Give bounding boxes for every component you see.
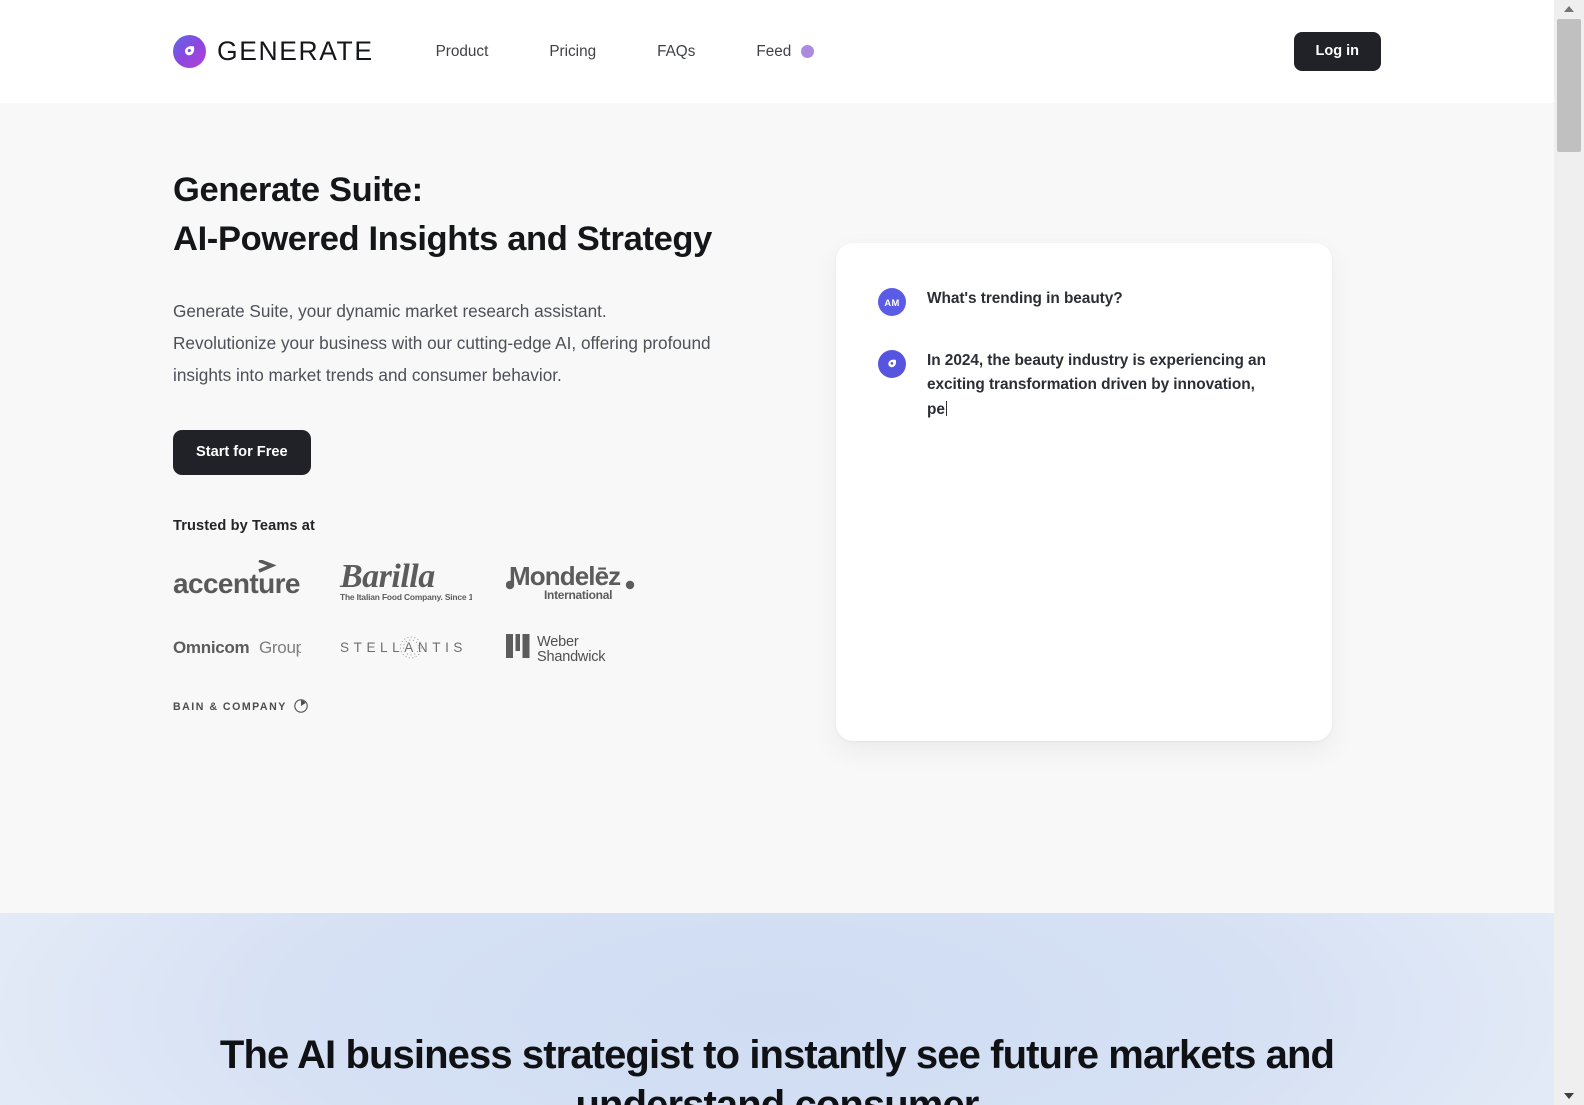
chat-message-assistant: In 2024, the beauty industry is experien… [878,349,1290,422]
client-logo-stellantis: STELLANTIS [338,625,506,669]
hero-subtitle: Generate Suite, your dynamic market rese… [173,301,711,386]
site-header: GENERATE Product Pricing FAQs Feed Log i… [0,0,1554,103]
client-logo-bain-and-company: BAIN & COMPANY [173,696,693,721]
trusted-by-label: Trusted by Teams at [173,518,315,534]
login-button[interactable]: Log in [1293,32,1381,71]
nav-link-feed[interactable]: Feed [756,37,815,67]
svg-text:Group: Group [259,638,301,657]
svg-text:Weber: Weber [537,634,579,650]
scroll-down-arrow-icon[interactable] [1554,1087,1584,1105]
feature-band-section: The AI business strategist to instantly … [0,913,1554,1105]
chat-message-assistant-text-wrap: In 2024, the beauty industry is experien… [927,349,1267,422]
brand-name: GENERATE [217,36,374,66]
client-logo-barilla: Barilla The Italian Food Company. Since … [338,553,506,609]
svg-text:International: International [544,588,612,602]
client-logo-mondelez: Mondelēz International [506,553,676,609]
main-navigation: Product Pricing FAQs Feed [436,37,815,67]
svg-text:The Italian Food Company. Sinc: The Italian Food Company. Since 1877. [340,592,472,602]
client-logo-omnicom-group: Omnicom Group [173,625,338,669]
hero-title-line2: AI-Powered Insights and Strategy [173,219,712,258]
hero-section: Generate Suite: AI-Powered Insights and … [0,103,1554,913]
generate-droplet-logo-icon [173,35,206,68]
svg-text:Shandwick: Shandwick [537,649,606,664]
scroll-up-arrow-icon[interactable] [1554,0,1584,18]
hero-copy: Generate Suite: AI-Powered Insights and … [173,166,813,475]
hero-title-line1: Generate Suite: [173,171,423,209]
start-for-free-button[interactable]: Start for Free [173,430,311,475]
assistant-avatar-logo-icon [878,350,906,378]
nav-link-faqs-label: FAQs [657,42,696,60]
nav-link-faqs[interactable]: FAQs [657,37,695,67]
nav-link-pricing-label: Pricing [549,42,597,60]
scrollbar-thumb[interactable] [1557,19,1581,152]
typing-caret [945,400,948,416]
feed-status-dot-icon [801,45,815,58]
chat-message-user-text: What's trending in beauty? [927,290,1123,307]
page-root: GENERATE Product Pricing FAQs Feed Log i… [0,0,1554,1105]
brand-logo-link[interactable]: GENERATE [173,35,374,68]
client-logo-grid: accenture Barilla The Italian Food Compa… [173,553,693,669]
chat-preview-card: AM What's trending in beauty? In 2024, t… [836,243,1332,741]
svg-text:BAIN & COMPANY: BAIN & COMPANY [173,701,287,713]
page-scrollbar[interactable] [1554,0,1584,1105]
svg-text:Barilla: Barilla [339,558,435,595]
chat-message-assistant-text: In 2024, the beauty industry is experien… [927,352,1266,418]
chat-message-user: AM What's trending in beauty? [878,287,1290,316]
nav-link-product[interactable]: Product [436,37,489,67]
client-logo-accenture: accenture [173,553,338,609]
hero-inner: Generate Suite: AI-Powered Insights and … [0,103,1554,913]
client-logo-weber-shandwick: Weber Shandwick [506,625,676,669]
svg-text:accenture: accenture [173,568,300,599]
nav-link-feed-label: Feed [756,42,792,60]
header-actions: Log in [1293,32,1381,71]
svg-text:Mondelēz: Mondelēz [509,561,621,591]
nav-link-pricing[interactable]: Pricing [549,37,596,67]
user-avatar: AM [878,288,906,316]
feature-band-title: The AI business strategist to instantly … [219,1033,1335,1105]
svg-text:Omnicom: Omnicom [173,638,249,657]
trusted-by-section: Trusted by Teams at accenture Barilla Th… [173,518,693,721]
page-title: Generate Suite: AI-Powered Insights and … [173,166,813,263]
nav-link-product-label: Product [435,42,489,60]
svg-text:STELLANTIS: STELLANTIS [340,640,467,655]
browser-viewport: GENERATE Product Pricing FAQs Feed Log i… [0,0,1584,1105]
